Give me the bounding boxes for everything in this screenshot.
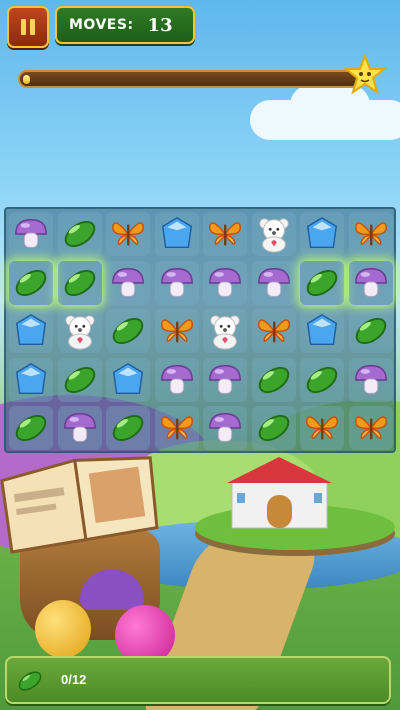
- board-cell[interactable]: [9, 309, 53, 353]
- board-cell[interactable]: [9, 260, 53, 305]
- board-cell[interactable]: [106, 357, 150, 402]
- board-cell[interactable]: [203, 357, 247, 402]
- star-icon: [344, 54, 386, 95]
- board-cell[interactable]: [154, 357, 199, 402]
- butterfly-icon: [206, 215, 244, 253]
- board-cell[interactable]: [106, 212, 150, 256]
- butterfly-icon: [352, 215, 390, 253]
- board-cell[interactable]: [300, 309, 344, 353]
- goal-count: 0/12: [61, 672, 87, 687]
- board-cell[interactable]: [106, 260, 150, 305]
- butterfly-icon: [303, 409, 341, 447]
- mushroom-icon: [61, 409, 99, 447]
- board-cell[interactable]: [106, 406, 150, 450]
- mushroom-icon: [158, 264, 196, 302]
- mushroom-icon: [206, 361, 244, 399]
- board-cell[interactable]: [57, 357, 102, 402]
- board-cell[interactable]: [9, 357, 53, 402]
- board-cell[interactable]: [251, 260, 296, 305]
- pause-icon: [21, 19, 26, 35]
- score-progress-fill: [23, 75, 30, 84]
- bear-icon: [255, 215, 293, 253]
- cucumber-icon: [12, 264, 50, 302]
- board-cell[interactable]: [251, 406, 296, 450]
- diamond-icon: [109, 361, 147, 399]
- diamond-icon: [158, 215, 196, 253]
- score-progress-bar: [18, 70, 360, 88]
- game-board: [4, 207, 396, 453]
- board-cell[interactable]: [106, 309, 150, 353]
- mushroom-icon: [352, 264, 390, 302]
- bear-icon: [61, 312, 99, 350]
- board-cell[interactable]: [203, 406, 247, 450]
- butterfly-icon: [158, 409, 196, 447]
- cucumber-icon: [255, 361, 293, 399]
- diamond-icon: [12, 312, 50, 350]
- board-cell[interactable]: [348, 260, 393, 305]
- board-cell[interactable]: [251, 212, 296, 256]
- board-cell[interactable]: [348, 406, 393, 450]
- butterfly-icon: [352, 409, 390, 447]
- mushroom-icon: [206, 409, 244, 447]
- cucumber-icon: [12, 409, 50, 447]
- board-cell[interactable]: [348, 212, 393, 256]
- butterfly-icon: [109, 215, 147, 253]
- board-cell[interactable]: [251, 309, 296, 353]
- board-cell[interactable]: [251, 357, 296, 402]
- board-cell[interactable]: [348, 309, 393, 353]
- butterfly-icon: [255, 312, 293, 350]
- cucumber-icon: [255, 409, 293, 447]
- mushroom-icon: [255, 264, 293, 302]
- board-cell[interactable]: [300, 357, 344, 402]
- goal-bar: 0/12: [5, 656, 391, 704]
- board-cell[interactable]: [9, 406, 53, 450]
- mushroom-icon: [352, 361, 390, 399]
- cucumber-icon: [18, 671, 42, 691]
- cucumber-icon: [109, 312, 147, 350]
- board-cell[interactable]: [154, 260, 199, 305]
- board-cell[interactable]: [154, 406, 199, 450]
- board-cell[interactable]: [203, 309, 247, 353]
- cucumber-icon: [109, 409, 147, 447]
- mushroom-icon: [158, 361, 196, 399]
- diamond-icon: [303, 215, 341, 253]
- board-cell[interactable]: [348, 357, 393, 402]
- board-cell[interactable]: [57, 406, 102, 450]
- diamond-icon: [303, 312, 341, 350]
- moves-counter: MOVES: 13: [55, 6, 195, 44]
- board-cell[interactable]: [300, 260, 344, 305]
- mushroom-icon: [12, 215, 50, 253]
- mushroom-icon: [109, 264, 147, 302]
- cucumber-icon: [303, 264, 341, 302]
- cucumber-icon: [303, 361, 341, 399]
- board-cell[interactable]: [154, 212, 199, 256]
- board-cell[interactable]: [203, 212, 247, 256]
- board-cell[interactable]: [57, 309, 102, 353]
- cucumber-icon: [61, 215, 99, 253]
- castle-icon: [227, 457, 332, 529]
- moves-value: 13: [147, 14, 173, 36]
- cucumber-icon: [61, 264, 99, 302]
- board-cell[interactable]: [300, 406, 344, 450]
- pause-icon: [30, 19, 35, 35]
- pause-button[interactable]: [7, 6, 49, 48]
- board-cell[interactable]: [9, 212, 53, 256]
- board-cell[interactable]: [57, 260, 102, 305]
- bear-icon: [206, 312, 244, 350]
- cucumber-icon: [61, 361, 99, 399]
- moves-label: MOVES:: [69, 17, 134, 33]
- butterfly-icon: [158, 312, 196, 350]
- board-cell[interactable]: [300, 212, 344, 256]
- board-cell[interactable]: [57, 212, 102, 256]
- cucumber-icon: [352, 312, 390, 350]
- board-cell[interactable]: [154, 309, 199, 353]
- board-cell[interactable]: [203, 260, 247, 305]
- diamond-icon: [12, 361, 50, 399]
- mushroom-icon: [206, 264, 244, 302]
- pear-decoration: [35, 600, 91, 658]
